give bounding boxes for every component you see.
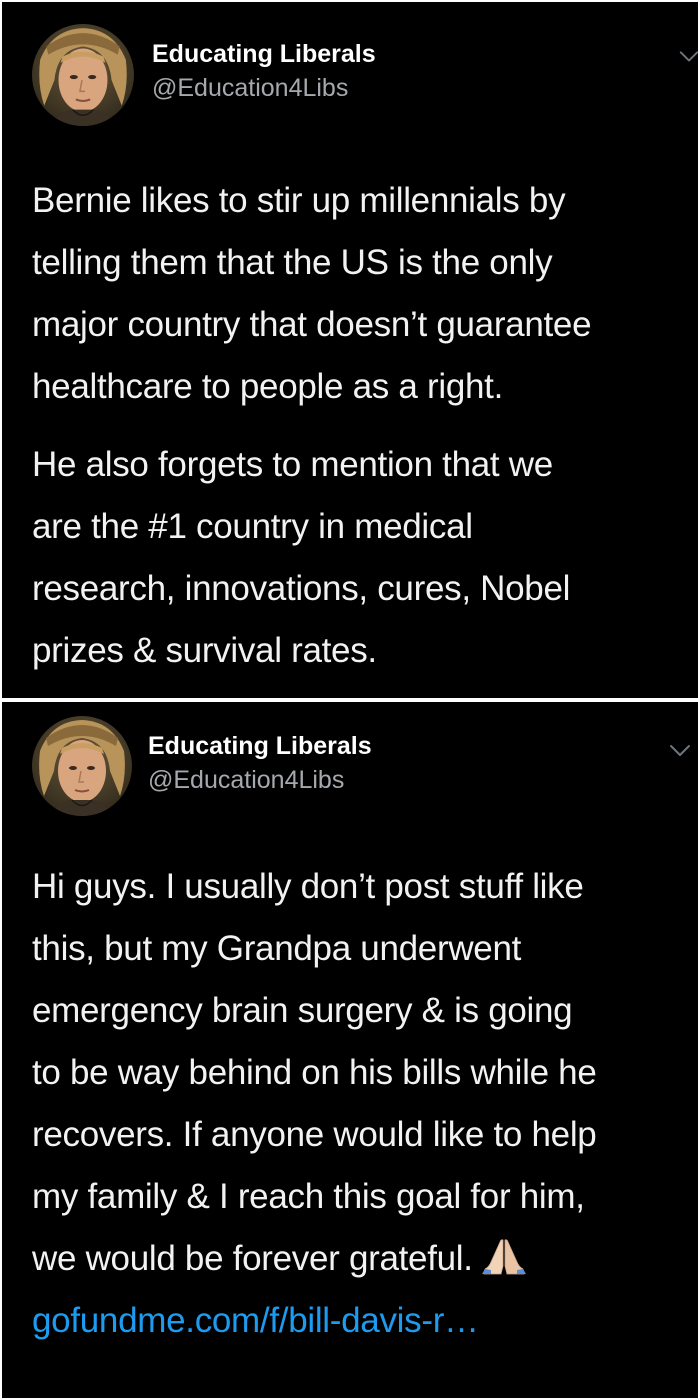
avatar[interactable] bbox=[32, 24, 134, 126]
tweet-text-line: emergency brain surgery & is going bbox=[32, 991, 573, 1030]
author-name[interactable]: Educating Liberals bbox=[152, 40, 376, 69]
profile-photo-icon bbox=[32, 24, 134, 126]
folded-hands-icon bbox=[481, 1234, 527, 1275]
tweet-text-line: Hi guys. I usually don’t post stuff like bbox=[32, 867, 584, 906]
tweet-text-line: to be way behind on his bills while he bbox=[32, 1053, 597, 1092]
tweet-text-line: prizes & survival rates. bbox=[32, 631, 377, 670]
tweet-text-line: Bernie likes to stir up millennials by bbox=[32, 181, 566, 220]
avatar[interactable] bbox=[32, 716, 132, 816]
author-handle[interactable]: @Education4Libs bbox=[148, 766, 344, 795]
tweet-text-line: are the #1 country in medical bbox=[32, 507, 473, 546]
profile-photo-icon bbox=[32, 716, 132, 816]
tweet-card-1: Educating Liberals @Education4Libs Berni… bbox=[2, 2, 698, 698]
tweet-text-line: recovers. If anyone would like to help bbox=[32, 1115, 597, 1154]
tweet-text-paragraph: Bernie likes to stir up millennials by t… bbox=[32, 170, 592, 418]
tweet-text-paragraph: Hi guys. I usually don’t post stuff like… bbox=[32, 856, 597, 1352]
author-handle[interactable]: @Education4Libs bbox=[152, 74, 348, 103]
tweet-text-line: major country that doesn’t guarantee bbox=[32, 305, 592, 344]
tweet-text-line: research, innovations, cures, Nobel bbox=[32, 569, 571, 608]
tweet-text-paragraph: He also forgets to mention that we are t… bbox=[32, 434, 570, 682]
tweet-text-line: this, but my Grandpa underwent bbox=[32, 929, 522, 968]
gofundme-link[interactable]: gofundme.com/f/bill-davis-r… bbox=[32, 1301, 479, 1340]
chevron-down-icon[interactable] bbox=[678, 46, 698, 66]
author-name[interactable]: Educating Liberals bbox=[148, 732, 372, 761]
tweet-text-line: we would be forever grateful. bbox=[32, 1228, 597, 1290]
tweet-text-line: healthcare to people as a right. bbox=[32, 367, 504, 406]
tweet-text-segment: we would be forever grateful. bbox=[32, 1239, 473, 1278]
tweet-text-line: my family & I reach this goal for him, bbox=[32, 1177, 585, 1216]
tweet-text-line: He also forgets to mention that we bbox=[32, 445, 553, 484]
chevron-down-icon[interactable] bbox=[668, 740, 692, 760]
tweet-card-2: Educating Liberals @Education4Libs Hi gu… bbox=[2, 702, 698, 1398]
tweet-text-line: gofundme.com/f/bill-davis-r… bbox=[32, 1290, 597, 1352]
tweet-text-line: telling them that the US is the only bbox=[32, 243, 553, 282]
